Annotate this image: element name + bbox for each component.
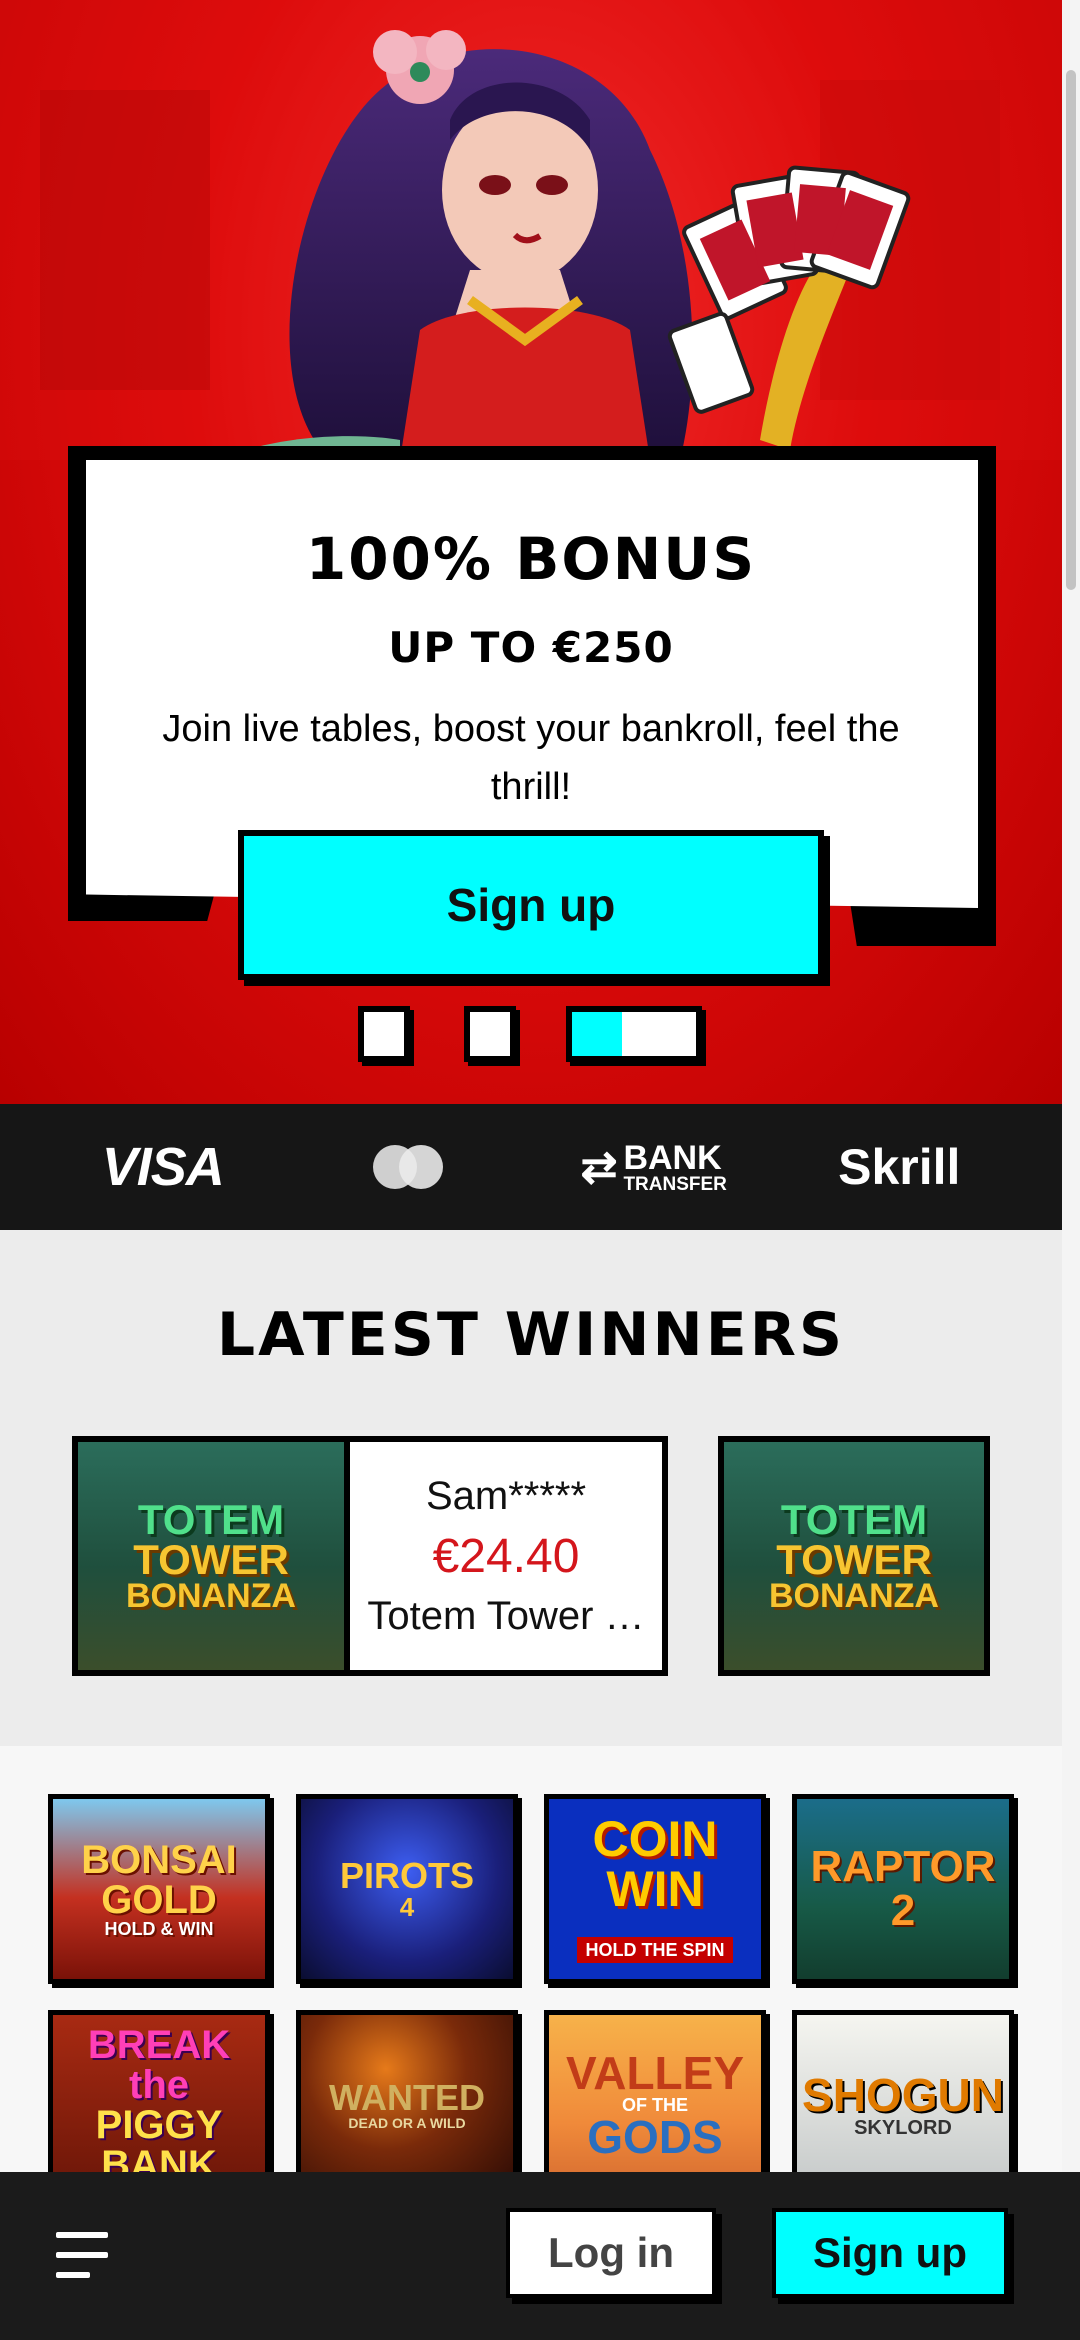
latest-winners-section: Latest Winners TOTEM TOWER BONANZA Sam**… — [0, 1230, 1062, 1746]
game-tile[interactable]: COIN WIN HOLD THE SPIN — [544, 1794, 766, 1984]
payment-methods-strip: VISA ⇄ BANK TRANSFER Skrill — [0, 1104, 1062, 1230]
thumb-logo-line-1: TOTEM — [137, 1495, 285, 1543]
game-logo-text: 4 — [399, 1892, 415, 1922]
game-tile[interactable]: BONSAI GOLD HOLD & WIN — [48, 1794, 270, 1984]
carousel-dot-1[interactable] — [358, 1006, 410, 1062]
bank-label: BANK — [623, 1138, 722, 1177]
skrill-logo: Skrill — [838, 1139, 961, 1195]
login-button[interactable]: Log in — [506, 2208, 716, 2298]
winner-game-name: Totem Tower … — [367, 1593, 645, 1638]
game-tile[interactable]: RAPTOR 2 — [792, 1794, 1014, 1984]
game-logo-text: WANTED — [329, 2077, 485, 2118]
hero-banner: 100% Bonus Up to €250 Join live tables, … — [0, 0, 1062, 1104]
bonus-subtitle: Up to €250 — [388, 623, 674, 672]
thumb-logo-line-2: TOWER — [776, 1535, 932, 1583]
page-scrollbar[interactable] — [1062, 0, 1080, 2340]
game-logo-text: HOLD & WIN — [104, 1919, 214, 1939]
game-logo-text: SHOGUN — [802, 2069, 1004, 2121]
bottom-navigation-bar: Log in Sign up — [0, 2172, 1080, 2340]
winner-amount: €24.40 — [432, 1529, 580, 1583]
latest-winners-title: Latest Winners — [216, 1300, 846, 1370]
game-logo-text: COIN — [592, 1811, 718, 1867]
scrollbar-thumb[interactable] — [1066, 70, 1076, 590]
thumb-logo-line-2: TOWER — [133, 1535, 289, 1583]
winner-card[interactable]: TOTEM TOWER BONANZA Sam***** €24.40 Tote… — [72, 1436, 668, 1676]
transfer-label: TRANSFER — [623, 1173, 727, 1195]
game-logo-text: VALLEY — [565, 2047, 745, 2099]
hero-signup-button[interactable]: Sign up — [238, 830, 824, 980]
hero-character-illustration — [0, 0, 1062, 460]
hamburger-menu-icon[interactable] — [56, 2232, 112, 2278]
game-logo-text: RAPTOR 2 — [810, 1842, 996, 1935]
game-logo-text: SKYLORD — [854, 2117, 952, 2139]
mastercard-logo — [298, 1145, 518, 1189]
winner-card[interactable]: TOTEM TOWER BONANZA — [718, 1436, 990, 1676]
game-logo-text: DEAD OR A WILD — [348, 2115, 466, 2131]
game-logo-text: GODS — [587, 2111, 723, 2163]
winner-name: Sam***** — [425, 1473, 587, 1518]
winner-game-thumbnail: TOTEM TOWER BONANZA — [724, 1442, 984, 1670]
game-logo-text: BREAK the — [87, 2023, 231, 2107]
bank-transfer-logo: ⇄ BANK TRANSFER — [544, 1141, 764, 1194]
game-logo-text: WIN — [606, 1861, 704, 1917]
visa-logo: VISA — [101, 1137, 225, 1197]
bonus-description: Join live tables, boost your bankroll, f… — [162, 708, 900, 808]
thumb-logo-line-1: TOTEM — [780, 1495, 928, 1543]
game-logo-text: BONSAI — [81, 1838, 237, 1882]
winner-info: Sam***** €24.40 Totem Tower … — [350, 1442, 662, 1670]
carousel-dot-3-active[interactable] — [566, 1006, 702, 1062]
carousel-progress — [572, 1012, 622, 1056]
game-tile[interactable]: PIROTS 4 — [296, 1794, 518, 1984]
game-logo-text: HOLD THE SPIN — [577, 1937, 733, 1963]
game-logo-text: GOLD — [101, 1878, 217, 1922]
carousel-dot-2[interactable] — [464, 1006, 516, 1062]
signup-button[interactable]: Sign up — [772, 2208, 1008, 2298]
carousel-pagination — [0, 1006, 1062, 1062]
thumb-logo-line-3: BONANZA — [769, 1576, 939, 1615]
games-grid: BONSAI GOLD HOLD & WIN PIROTS 4 COIN WIN HOLD… — [0, 1746, 1062, 2200]
bonus-title: 100% Bonus — [305, 525, 757, 593]
thumb-logo-line-3: BONANZA — [126, 1576, 296, 1615]
winner-game-thumbnail: TOTEM TOWER BONANZA — [78, 1442, 344, 1670]
bank-transfer-icon: ⇄ — [580, 1142, 618, 1192]
game-logo-text: PIROTS — [339, 1855, 474, 1896]
